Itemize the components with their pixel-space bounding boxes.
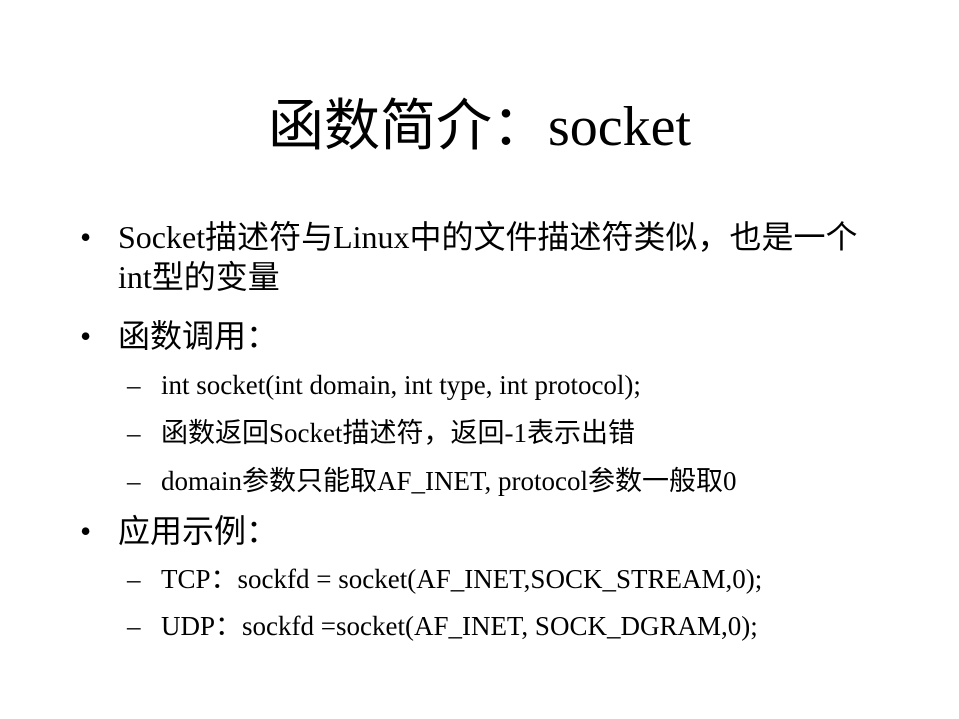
sub-text: 函数返回Socket描述符，返回-1表示出错 [161,418,635,448]
sub-dash: – [127,370,141,400]
slide: 函数简介：socket • Socket描述符与Linux中的文件描述符类似，也… [0,0,959,719]
bullet-item: • 应用示例： [80,511,880,551]
bullet-text: Socket描述符与Linux中的文件描述符类似，也是一个int型的变量 [118,219,858,295]
bullet-item: • 函数调用： [80,316,880,356]
bullet-dot: • [80,513,92,549]
sub-text: int socket(int domain, int type, int pro… [161,370,641,400]
sub-dash: – [127,611,141,641]
sub-dash: – [127,466,141,496]
sub-text: domain参数只能取AF_INET, protocol参数一般取0 [161,466,737,496]
bullet-text: 函数调用： [118,318,279,354]
sub-dash: – [127,418,141,448]
slide-title: 函数简介：socket [267,96,692,158]
sub-dash: – [127,564,141,594]
sub-text: TCP：sockfd = socket(AF_INET,SOCK_STREAM,… [161,564,763,594]
bullet-dot: • [80,318,92,354]
bullet-text: 应用示例： [118,513,279,549]
bullet-dot: • [80,219,92,255]
sub-text: UDP：sockfd =socket(AF_INET, SOCK_DGRAM,0… [161,611,758,641]
bullet-item: • Socket描述符与Linux中的文件描述符类似，也是一个int型的变量 [80,217,880,301]
